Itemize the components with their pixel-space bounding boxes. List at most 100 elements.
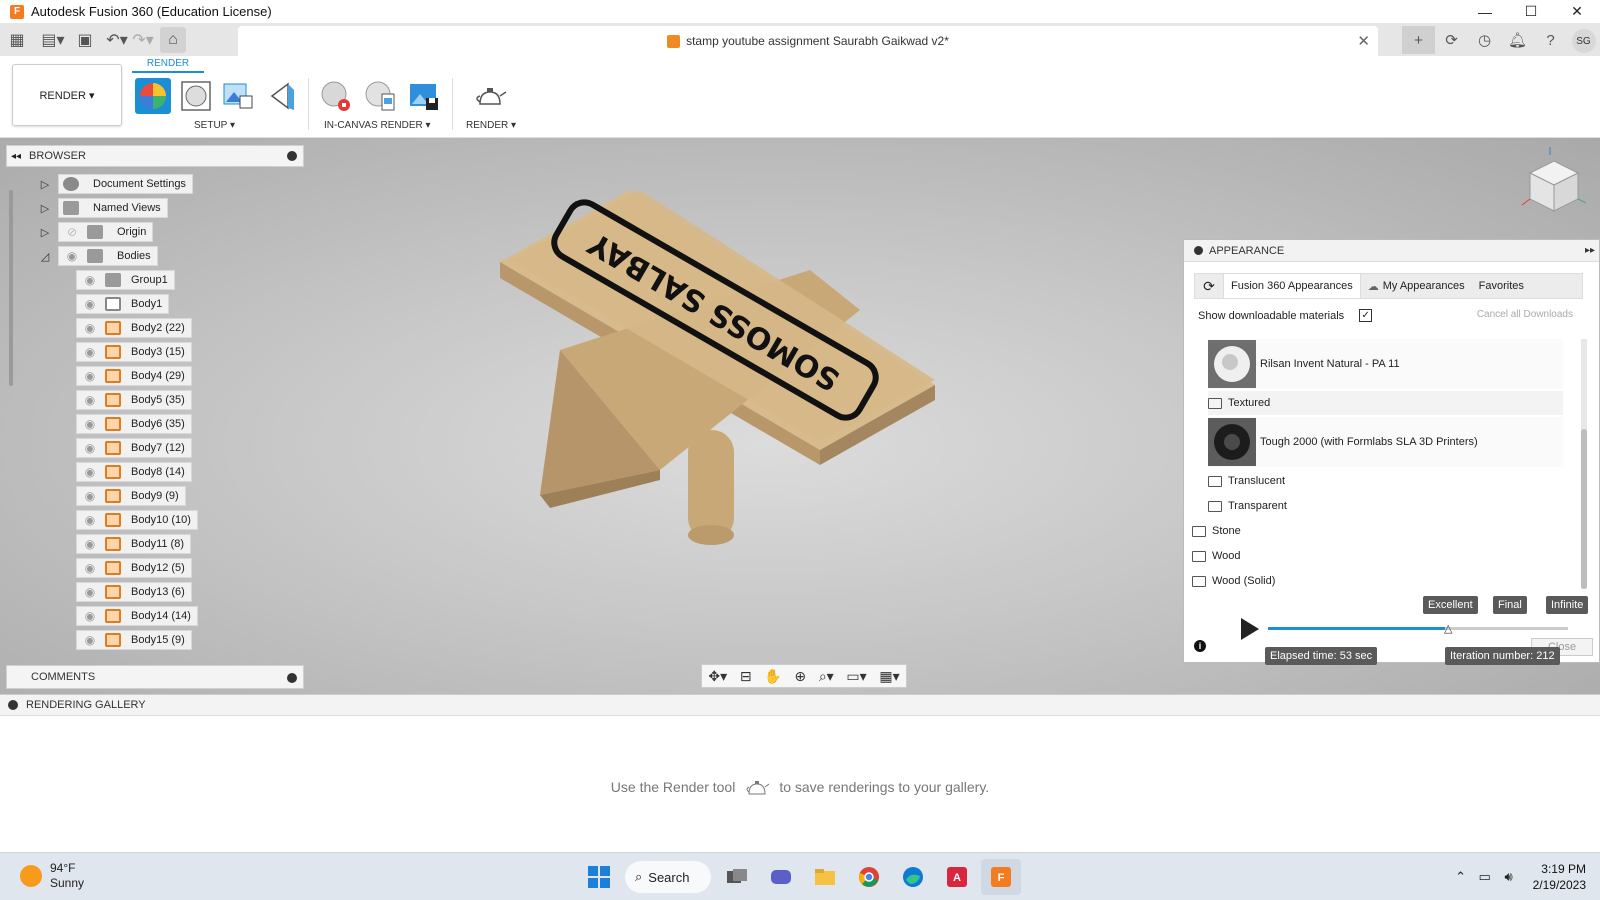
help-icon[interactable]: ? xyxy=(1534,26,1567,54)
browser-body-row[interactable]: ◉ Body13 (6) xyxy=(76,582,192,602)
list-item[interactable]: Tough 2000 (with Formlabs SLA 3D Printer… xyxy=(1208,417,1563,467)
new-tab-icon[interactable]: + xyxy=(1402,26,1435,54)
texture-map-tool[interactable] xyxy=(264,78,300,114)
edge-icon[interactable] xyxy=(893,859,933,895)
gallery-collapse-icon[interactable] xyxy=(8,700,18,710)
eye-icon[interactable]: ◉ xyxy=(81,270,99,290)
eye-icon[interactable]: ◉ xyxy=(81,366,99,386)
expand-icon[interactable]: ▷ xyxy=(38,225,52,239)
avatar[interactable]: SG xyxy=(1571,29,1596,53)
file-menu-icon[interactable]: ▤▾ xyxy=(40,27,66,53)
tab-favorites[interactable]: Favorites xyxy=(1472,274,1531,298)
browser-body-row[interactable]: ◉ Body6 (35) xyxy=(76,414,192,434)
material-scrollbar[interactable] xyxy=(1581,339,1587,589)
list-item[interactable]: Textured xyxy=(1208,391,1563,415)
eye-icon[interactable]: ◉ xyxy=(81,342,99,362)
render-tool[interactable] xyxy=(472,80,508,116)
browser-item-named-views[interactable]: ▷ Named Views xyxy=(38,198,168,218)
in-canvas-settings-tool[interactable] xyxy=(362,78,398,114)
expand-icon[interactable]: ▷ xyxy=(38,201,52,215)
expand-icon[interactable]: ▷ xyxy=(38,177,52,191)
browser-body-row[interactable]: ◉ Body15 (9) xyxy=(76,630,192,650)
capture-image-tool[interactable] xyxy=(406,78,442,114)
view-cube[interactable] xyxy=(1520,145,1590,225)
save-icon[interactable]: ▣ xyxy=(72,27,98,53)
browser-body-row[interactable]: ◉ Body10 (10) xyxy=(76,510,198,530)
list-item[interactable]: Transparent xyxy=(1208,494,1563,518)
browser-body-row[interactable]: ◉ Body3 (15) xyxy=(76,342,192,362)
zoom-icon[interactable]: ⊕ xyxy=(794,668,806,685)
browser-body-row[interactable]: ◉ Body1 xyxy=(76,294,170,314)
fit-icon[interactable]: ⌕▾ xyxy=(819,668,834,685)
eye-icon[interactable]: ◉ xyxy=(81,558,99,578)
browser-body-row[interactable]: ◉ Body4 (29) xyxy=(76,366,192,386)
display-settings-icon[interactable]: ▭▾ xyxy=(846,668,866,685)
eye-icon[interactable]: ◉ xyxy=(63,246,81,266)
list-item[interactable]: Wood xyxy=(1192,544,1547,568)
workspace-switcher[interactable]: RENDER ▾ xyxy=(12,64,122,126)
chevron-up-icon[interactable]: ⌃ xyxy=(1449,869,1473,885)
eye-icon[interactable]: ◉ xyxy=(81,534,99,554)
job-status-icon[interactable]: ◷ xyxy=(1468,26,1501,54)
eye-icon[interactable]: ◉ xyxy=(81,294,99,314)
stamp-model[interactable]: SOMOSS SALBAY xyxy=(480,180,980,550)
autocad-icon[interactable]: A xyxy=(937,859,977,895)
quality-infinite[interactable]: Infinite xyxy=(1546,596,1589,614)
extensions-icon[interactable]: ⟳ xyxy=(1435,26,1468,54)
weather-widget[interactable]: 94°F Sunny xyxy=(20,861,84,891)
hidden-eye-icon[interactable]: ⊘ xyxy=(63,222,81,242)
notifications-icon[interactable]: 🔔︎ xyxy=(1501,26,1534,54)
eye-icon[interactable]: ◉ xyxy=(81,318,99,338)
collapse-icon[interactable]: ◿ xyxy=(38,249,52,263)
document-tab[interactable]: stamp youtube assignment Saurabh Gaikwad… xyxy=(238,26,1378,56)
eye-icon[interactable]: ◉ xyxy=(81,606,99,626)
decal-tool[interactable] xyxy=(220,78,256,114)
comments-panel-header[interactable]: COMMENTS xyxy=(6,665,304,689)
scene-settings-tool[interactable] xyxy=(135,78,171,114)
browser-body-row[interactable]: ◉ Group1 xyxy=(76,270,175,290)
chrome-icon[interactable] xyxy=(849,859,889,895)
browser-body-row[interactable]: ◉ Body14 (14) xyxy=(76,606,198,626)
setup-group-label[interactable]: SETUP ▾ xyxy=(194,120,235,131)
browser-body-row[interactable]: ◉ Body12 (5) xyxy=(76,558,192,578)
orbit-icon[interactable]: ✥▾ xyxy=(708,668,727,685)
pan-icon[interactable]: ✋ xyxy=(764,668,781,685)
clock[interactable]: 3:19 PM 2/19/2023 xyxy=(1533,861,1586,893)
play-icon[interactable] xyxy=(1241,618,1259,640)
eye-icon[interactable]: ◉ xyxy=(81,510,99,530)
tab-fusion-360-appearances[interactable]: Fusion 360 Appearances xyxy=(1223,274,1361,298)
appearance-header[interactable]: APPEARANCE ▸▸ xyxy=(1184,240,1599,262)
browser-pin-icon[interactable] xyxy=(287,151,297,161)
browser-body-row[interactable]: ◉ Body7 (12) xyxy=(76,438,192,458)
browser-item-bodies[interactable]: ◿ ◉ Bodies xyxy=(38,246,158,266)
close-tab-icon[interactable]: ✕ xyxy=(1357,32,1370,50)
expand-panel-icon[interactable]: ▸▸ xyxy=(1585,245,1595,256)
scrollbar-thumb[interactable] xyxy=(1581,429,1587,589)
home-icon[interactable]: ⌂ xyxy=(160,26,186,53)
show-downloadable-checkbox[interactable]: ✓ xyxy=(1359,309,1373,322)
browser-body-row[interactable]: ◉ Body5 (35) xyxy=(76,390,192,410)
rendering-gallery-header[interactable]: RENDERING GALLERY xyxy=(0,694,1600,716)
fusion-360-taskbar-icon[interactable]: F xyxy=(981,859,1021,895)
file-explorer-icon[interactable] xyxy=(805,859,845,895)
maximize-button[interactable]: ☐ xyxy=(1508,0,1554,23)
eye-icon[interactable]: ◉ xyxy=(81,390,99,410)
list-item[interactable]: Translucent xyxy=(1208,469,1563,493)
grid-settings-icon[interactable]: ▦▾ xyxy=(879,668,899,685)
tab-my-appearances[interactable]: ☁ My Appearances xyxy=(1361,274,1472,298)
teams-chat-icon[interactable] xyxy=(761,859,801,895)
render-group-label[interactable]: RENDER ▾ xyxy=(466,120,516,131)
undo-icon[interactable]: ↶▾ xyxy=(104,27,130,53)
appearance-tool[interactable] xyxy=(178,78,214,114)
eye-icon[interactable]: ◉ xyxy=(81,414,99,434)
quality-excellent[interactable]: Excellent xyxy=(1423,596,1478,614)
browser-body-row[interactable]: ◉ Body9 (9) xyxy=(76,486,186,506)
browser-item-origin[interactable]: ▷ ⊘ Origin xyxy=(38,222,154,242)
refresh-icon[interactable]: ⟳ xyxy=(1195,278,1223,295)
app-grid-icon[interactable]: ▦ xyxy=(4,27,30,53)
browser-body-row[interactable]: ◉ Body11 (8) xyxy=(76,534,191,554)
info-icon[interactable]: i xyxy=(1194,640,1206,652)
browser-panel-header[interactable]: ◂◂ BROWSER xyxy=(6,145,304,167)
eye-icon[interactable]: ◉ xyxy=(81,438,99,458)
browser-body-row[interactable]: ◉ Body8 (14) xyxy=(76,462,192,482)
